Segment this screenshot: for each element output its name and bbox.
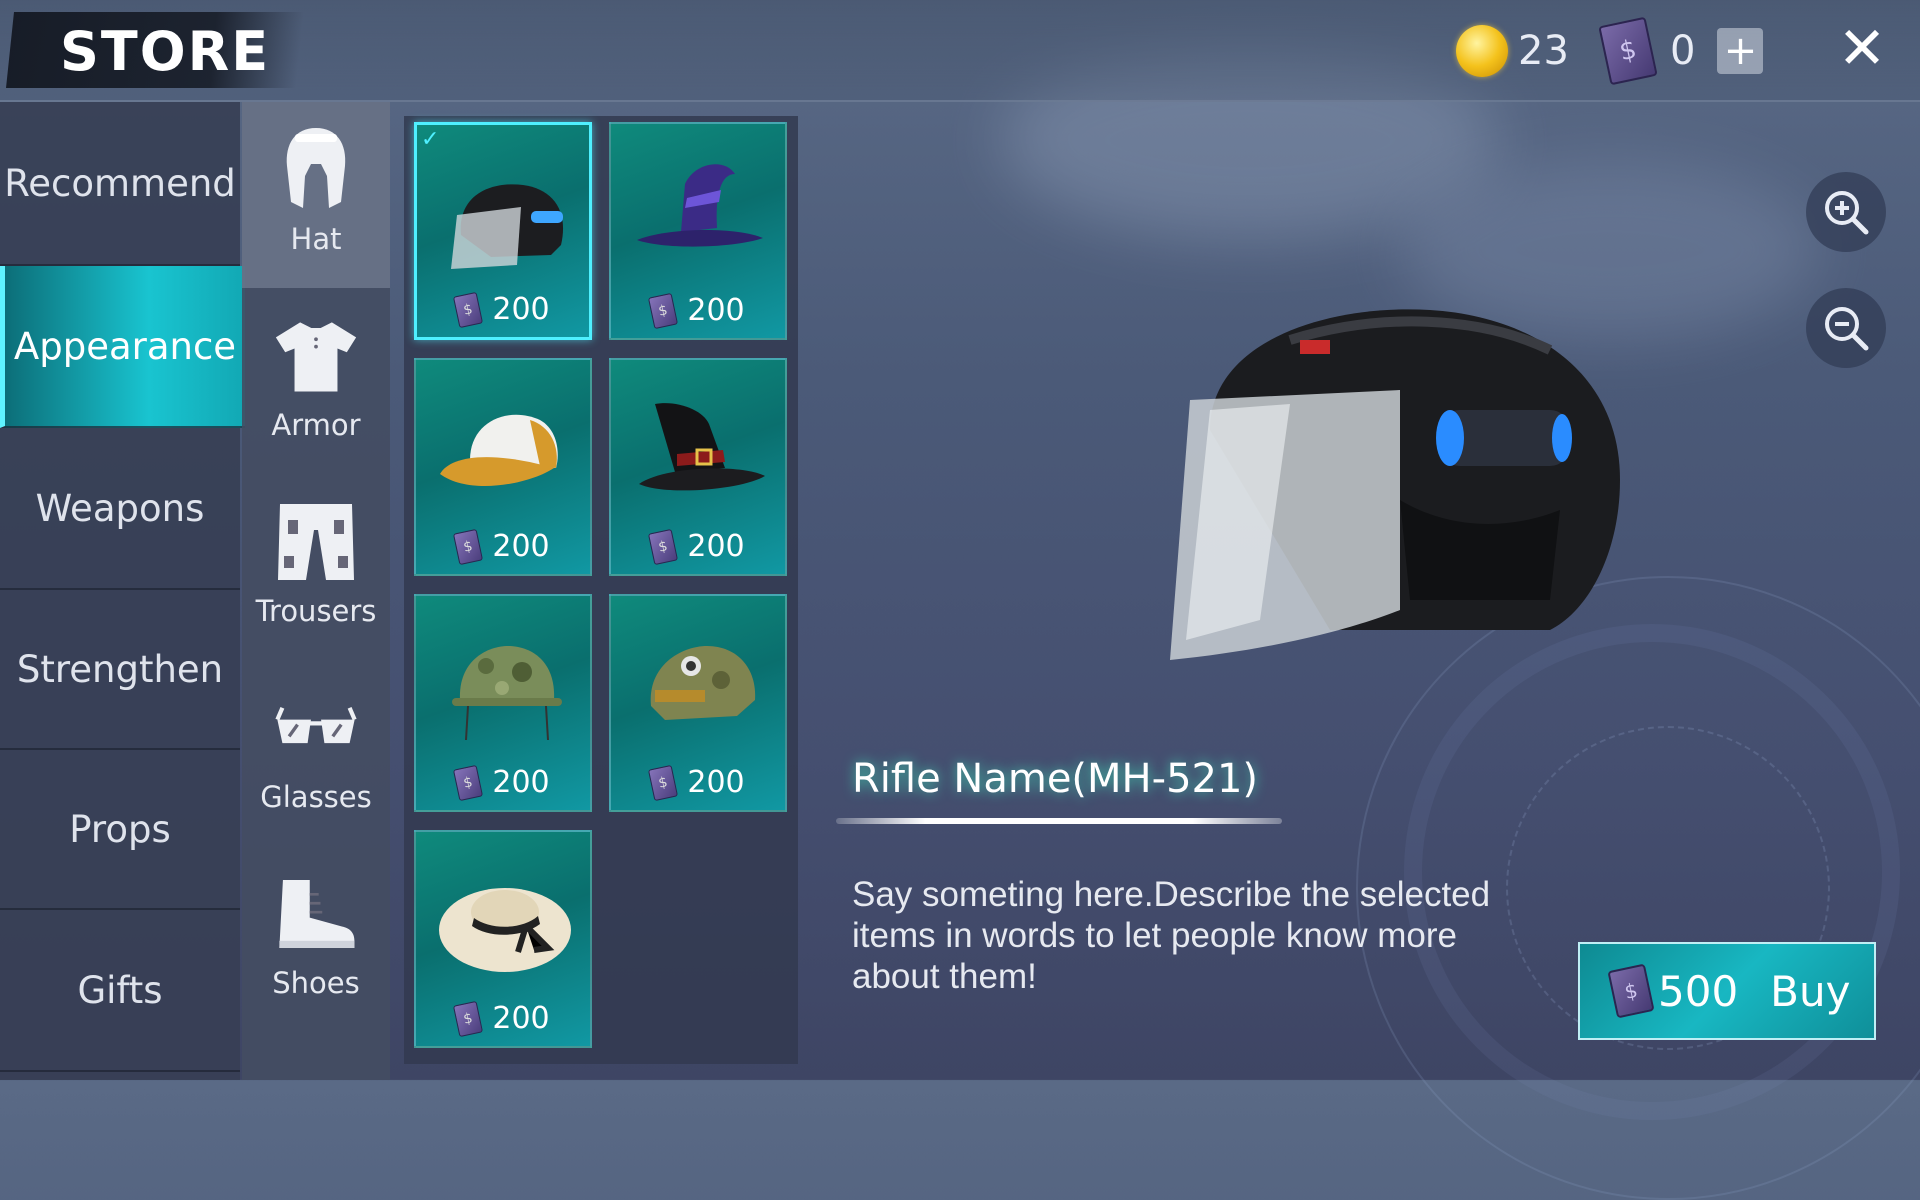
sun-hat-icon (439, 888, 571, 972)
camo-helmet-icon (452, 646, 562, 741)
item-price-value: 200 (492, 1001, 550, 1036)
top-bar: STORE 23 $ 0 + ✕ (0, 0, 1920, 102)
subcategory-trousers[interactable]: Trousers (242, 474, 390, 660)
gold-currency: 23 (1456, 25, 1569, 77)
item-card[interactable]: $ 200 (609, 594, 787, 812)
item-price: $ 200 (611, 764, 785, 801)
buy-button[interactable]: $ 500 Buy (1578, 942, 1876, 1040)
subcategory-glasses[interactable]: Glasses (242, 660, 390, 846)
category-appearance[interactable]: Appearance (0, 266, 245, 428)
category-props[interactable]: Props (0, 750, 240, 910)
item-price: $ 200 (611, 528, 785, 565)
item-price-value: 200 (492, 765, 550, 800)
item-card[interactable]: $ 200 (414, 594, 592, 812)
item-price-value: 200 (687, 529, 745, 564)
subcategory-label: Armor (271, 408, 361, 442)
category-recommend[interactable]: Recommend (0, 102, 240, 266)
item-name: Rifle Name(MH-521) (852, 756, 1259, 802)
ticket-icon: $ (1598, 16, 1658, 86)
ticket-icon: $ (648, 292, 679, 329)
category-sidebar: Recommend Appearance Weapons Strengthen … (0, 102, 245, 1080)
item-name-underline (836, 818, 1282, 824)
ticket-icon: $ (1607, 963, 1655, 1019)
subcategory-armor[interactable]: Armor (242, 288, 390, 474)
subcategory-label: Shoes (272, 966, 360, 1000)
subcategory-label: Glasses (260, 780, 372, 814)
ticket-amount: 0 (1670, 28, 1696, 74)
gold-amount: 23 (1518, 28, 1569, 74)
ticket-icon: $ (453, 291, 484, 328)
item-price: $ 200 (611, 292, 785, 329)
ticket-currency: $ 0 + (1598, 16, 1764, 86)
item-preview-image (1170, 309, 1620, 660)
category-strengthen[interactable]: Strengthen (0, 590, 240, 750)
item-price-value: 200 (687, 765, 745, 800)
item-price-value: 200 (492, 292, 550, 327)
baseball-cap-icon (440, 414, 558, 487)
item-price: $ 200 (416, 528, 590, 565)
trousers-icon (274, 494, 358, 590)
ticket-icon: $ (453, 1000, 484, 1037)
army-helmet-icon (650, 646, 756, 720)
item-card[interactable]: $ 200 (609, 122, 787, 340)
subcategory-label: Trousers (255, 594, 377, 628)
buy-label: Buy (1770, 966, 1851, 1016)
item-grid: ✓ $ 200 $ 200 $ 200 $ 200 $ 200 $ 200 $ … (404, 116, 798, 1064)
ticket-icon: $ (648, 528, 679, 565)
item-card[interactable]: $ 200 (414, 830, 592, 1048)
item-description: Say someting here.Describe the selected … (852, 875, 1491, 996)
spartan-helmet-icon (274, 122, 358, 218)
zoom-in-button[interactable] (1806, 172, 1886, 252)
item-card[interactable]: $ 200 (609, 358, 787, 576)
boot-icon (274, 866, 358, 962)
add-currency-button[interactable]: + (1717, 28, 1764, 74)
item-price: $ 200 (417, 291, 589, 328)
item-price: $ 200 (416, 764, 590, 801)
tshirt-icon (274, 308, 358, 404)
buy-price: 500 (1658, 966, 1739, 1016)
category-weapons[interactable]: Weapons (0, 428, 240, 590)
ticket-icon: $ (453, 764, 484, 801)
zoom-in-icon (1825, 191, 1869, 235)
item-price-value: 200 (492, 529, 550, 564)
zoom-out-icon (1825, 307, 1869, 351)
category-gifts[interactable]: Gifts (0, 910, 240, 1072)
gold-coin-icon (1456, 25, 1508, 77)
purple-witch-hat-icon (637, 164, 763, 247)
item-card[interactable]: $ 200 (414, 358, 592, 576)
page-title: STORE (60, 20, 271, 83)
item-price: $ 200 (416, 1000, 590, 1037)
zoom-out-button[interactable] (1806, 288, 1886, 368)
ticket-icon: $ (648, 764, 679, 801)
close-button[interactable]: ✕ (1832, 18, 1892, 78)
glasses-icon (274, 680, 358, 776)
subcategory-hat[interactable]: Hat (242, 102, 390, 288)
black-witch-hat-icon (639, 403, 765, 491)
ticket-icon: $ (453, 528, 484, 565)
motorcycle-helmet-icon (451, 184, 564, 269)
subcategory-label: Hat (290, 222, 342, 256)
item-price-value: 200 (687, 293, 745, 328)
subcategory-shoes[interactable]: Shoes (242, 846, 390, 1032)
item-card[interactable]: ✓ $ 200 (414, 122, 592, 340)
subcategory-sidebar: Hat Armor Trousers Glasses Shoes (242, 102, 390, 1080)
